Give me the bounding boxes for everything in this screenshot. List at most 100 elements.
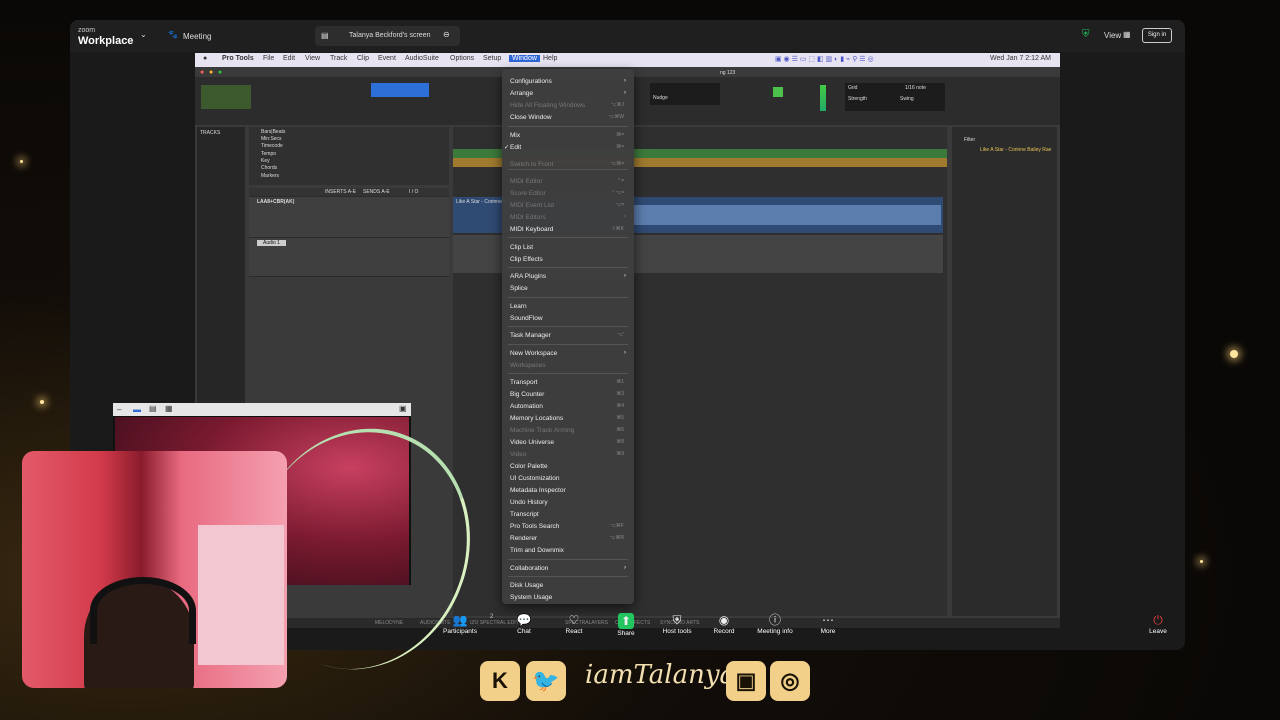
track-row[interactable]: LAA8+CBR(AK) bbox=[249, 197, 449, 238]
menu-item-learn[interactable]: Learn bbox=[510, 303, 626, 314]
leave-button[interactable]: ⏻ Leave bbox=[1128, 612, 1188, 635]
gallery-view-icon[interactable]: ▤ bbox=[149, 404, 157, 413]
menu-item-automation[interactable]: Automation ⌘4 bbox=[510, 403, 626, 414]
minimize-icon[interactable]: – bbox=[117, 405, 121, 414]
menu-item-clip-list[interactable]: Clip List bbox=[510, 244, 626, 255]
window-minimize-icon[interactable]: ● bbox=[209, 69, 213, 76]
menubar-item[interactable]: Pro Tools bbox=[222, 55, 254, 62]
menu-item-label: Renderer bbox=[510, 535, 538, 542]
grid-view-icon[interactable]: ▦ bbox=[1123, 30, 1131, 39]
menubar-item[interactable]: Help bbox=[543, 55, 557, 62]
menu-item-midi-editors: MIDI Editors › bbox=[510, 214, 626, 225]
menubar-item-window[interactable]: Window bbox=[509, 55, 540, 62]
menu-item-soundflow[interactable]: SoundFlow bbox=[510, 315, 626, 326]
chevron-down-icon[interactable]: ⌄ bbox=[140, 30, 147, 39]
menu-item-edit[interactable]: Edit ✓ ⌘= bbox=[504, 144, 626, 155]
submenu-arrow-icon: › bbox=[624, 273, 626, 279]
apple-icon[interactable]: ● bbox=[203, 55, 207, 62]
menu-item-configurations[interactable]: Configurations › bbox=[510, 78, 626, 89]
window-close-icon[interactable]: ● bbox=[200, 69, 204, 76]
menu-item-metadata-inspector[interactable]: Metadata Inspector bbox=[510, 487, 626, 498]
menu-separator bbox=[508, 576, 628, 577]
ruler-label: Timecode bbox=[261, 143, 283, 149]
menu-item-midi-keyboard[interactable]: MIDI Keyboard ⇧⌘K bbox=[510, 226, 626, 237]
menu-item-ara-plugins[interactable]: ARA Plugins › bbox=[510, 273, 626, 284]
expand-icon[interactable]: ▣ bbox=[399, 404, 407, 413]
menu-shortcut: ⌘1 bbox=[616, 379, 624, 385]
twitch-icon: ▣ bbox=[726, 661, 766, 701]
menubar-item[interactable]: Options bbox=[450, 55, 474, 62]
meeting-tab[interactable]: Meeting bbox=[183, 32, 211, 41]
participant-count: 2 bbox=[490, 614, 494, 620]
participants-button[interactable]: 👥 Participants bbox=[430, 612, 490, 635]
menu-shortcut: ⌥= bbox=[615, 202, 624, 208]
menu-item-label: New Workspace bbox=[510, 350, 558, 357]
more-icon: ⋯ bbox=[822, 613, 834, 627]
react-button[interactable]: ♡ React bbox=[544, 612, 604, 635]
menu-item-transcript[interactable]: Transcript bbox=[510, 511, 626, 522]
meeting-info-button[interactable]: ⓘ Meeting info bbox=[745, 612, 805, 635]
menu-item-video: Video ⌘9 bbox=[510, 451, 626, 462]
edit-modes[interactable] bbox=[201, 85, 251, 109]
menu-item-close-window[interactable]: Close Window ⌥⌘W bbox=[510, 114, 626, 125]
menu-item-hide-all-floating-windows: Hide All Floating Windows ⌥⌘J bbox=[510, 102, 626, 113]
menubar-item[interactable]: Edit bbox=[283, 55, 295, 62]
menu-item-label: MIDI Keyboard bbox=[510, 226, 554, 233]
menu-item-mix[interactable]: Mix ⌘= bbox=[510, 132, 626, 143]
menubar-item[interactable]: AudioSuite bbox=[405, 55, 439, 62]
share-options-icon[interactable]: ⊖ bbox=[443, 30, 450, 39]
grid-view-icon[interactable]: ▦ bbox=[165, 404, 173, 413]
menu-shortcut: ⌘3 bbox=[616, 391, 624, 397]
clip-list-pane: Filter Like A Star - Corinne Bailey Rae bbox=[952, 127, 1057, 616]
window-zoom-icon[interactable]: ● bbox=[218, 69, 222, 76]
menu-item-label: Undo History bbox=[510, 499, 548, 506]
track-name[interactable]: LAA8+CBR(AK) bbox=[257, 199, 294, 205]
edit-tools[interactable] bbox=[371, 83, 429, 97]
more-button[interactable]: ⋯ More bbox=[798, 612, 858, 635]
menu-item-transport[interactable]: Transport ⌘1 bbox=[510, 379, 626, 390]
menu-item-system-usage[interactable]: System Usage bbox=[510, 594, 626, 605]
menu-shortcut: ⌃⌥= bbox=[611, 190, 624, 196]
background-sparkle bbox=[1230, 350, 1238, 358]
menu-item-memory-locations[interactable]: Memory Locations ⌘5 bbox=[510, 415, 626, 426]
menu-item-collaboration[interactable]: Collaboration › bbox=[510, 565, 626, 576]
clip-list-item[interactable]: Like A Star - Corinne Bailey Rae bbox=[980, 147, 1051, 153]
speaker-view-icon[interactable]: ▬ bbox=[133, 405, 141, 414]
filter-field[interactable]: Filter bbox=[964, 137, 975, 143]
view-button[interactable]: View bbox=[1104, 31, 1121, 40]
track-row[interactable]: Audio 1 bbox=[249, 238, 449, 277]
sign-in-button[interactable]: Sign in bbox=[1142, 28, 1172, 43]
menubar-item[interactable]: Setup bbox=[483, 55, 501, 62]
menu-item-label: MIDI Event List bbox=[510, 202, 555, 209]
menu-shortcut: ⌥⌘= bbox=[610, 161, 624, 167]
checkmark-icon: ✓ bbox=[504, 145, 510, 151]
record-button[interactable] bbox=[773, 87, 783, 97]
menubar-item[interactable]: Clip bbox=[357, 55, 369, 62]
screen-share-tab[interactable]: ▤ Talanya Beckford's screen ⊖ bbox=[315, 26, 460, 46]
menu-item-pro-tools-search[interactable]: Pro Tools Search ⌥⌘F bbox=[510, 523, 626, 534]
menu-item-big-counter[interactable]: Big Counter ⌘3 bbox=[510, 391, 626, 402]
menu-item-video-universe[interactable]: Video Universe ⌘8 bbox=[510, 439, 626, 450]
grid-value[interactable]: 1/16 note bbox=[905, 85, 926, 91]
menu-item-label: Learn bbox=[510, 303, 527, 310]
menu-item-disk-usage[interactable]: Disk Usage bbox=[510, 582, 626, 593]
menu-item-undo-history[interactable]: Undo History bbox=[510, 499, 626, 510]
menubar-item[interactable]: File bbox=[263, 55, 274, 62]
streamer-handle: iamTalanya bbox=[585, 660, 736, 690]
menu-item-renderer[interactable]: Renderer ⌥⌘R bbox=[510, 535, 626, 546]
menubar-item[interactable]: View bbox=[305, 55, 320, 62]
menu-item-splice[interactable]: Splice bbox=[510, 285, 626, 296]
level-meter bbox=[820, 85, 826, 111]
menubar-item[interactable]: Track bbox=[330, 55, 347, 62]
menubar-item[interactable]: Event bbox=[378, 55, 396, 62]
menu-item-ui-customization[interactable]: UI Customization bbox=[510, 475, 626, 486]
menu-item-task-manager[interactable]: Task Manager ⌥' bbox=[510, 332, 626, 343]
kick-icon: K bbox=[480, 661, 520, 701]
menu-item-color-palette[interactable]: Color Palette bbox=[510, 463, 626, 474]
menu-item-trim-and-downmix[interactable]: Trim and Downmix bbox=[510, 547, 626, 558]
track-name[interactable]: Audio 1 bbox=[257, 240, 286, 246]
menu-item-arrange[interactable]: Arrange › bbox=[510, 90, 626, 101]
menu-item-clip-effects[interactable]: Clip Effects bbox=[510, 256, 626, 267]
menu-item-new-workspace[interactable]: New Workspace › bbox=[510, 350, 626, 361]
menu-item-score-editor: Score Editor ⌃⌥= bbox=[510, 190, 626, 201]
